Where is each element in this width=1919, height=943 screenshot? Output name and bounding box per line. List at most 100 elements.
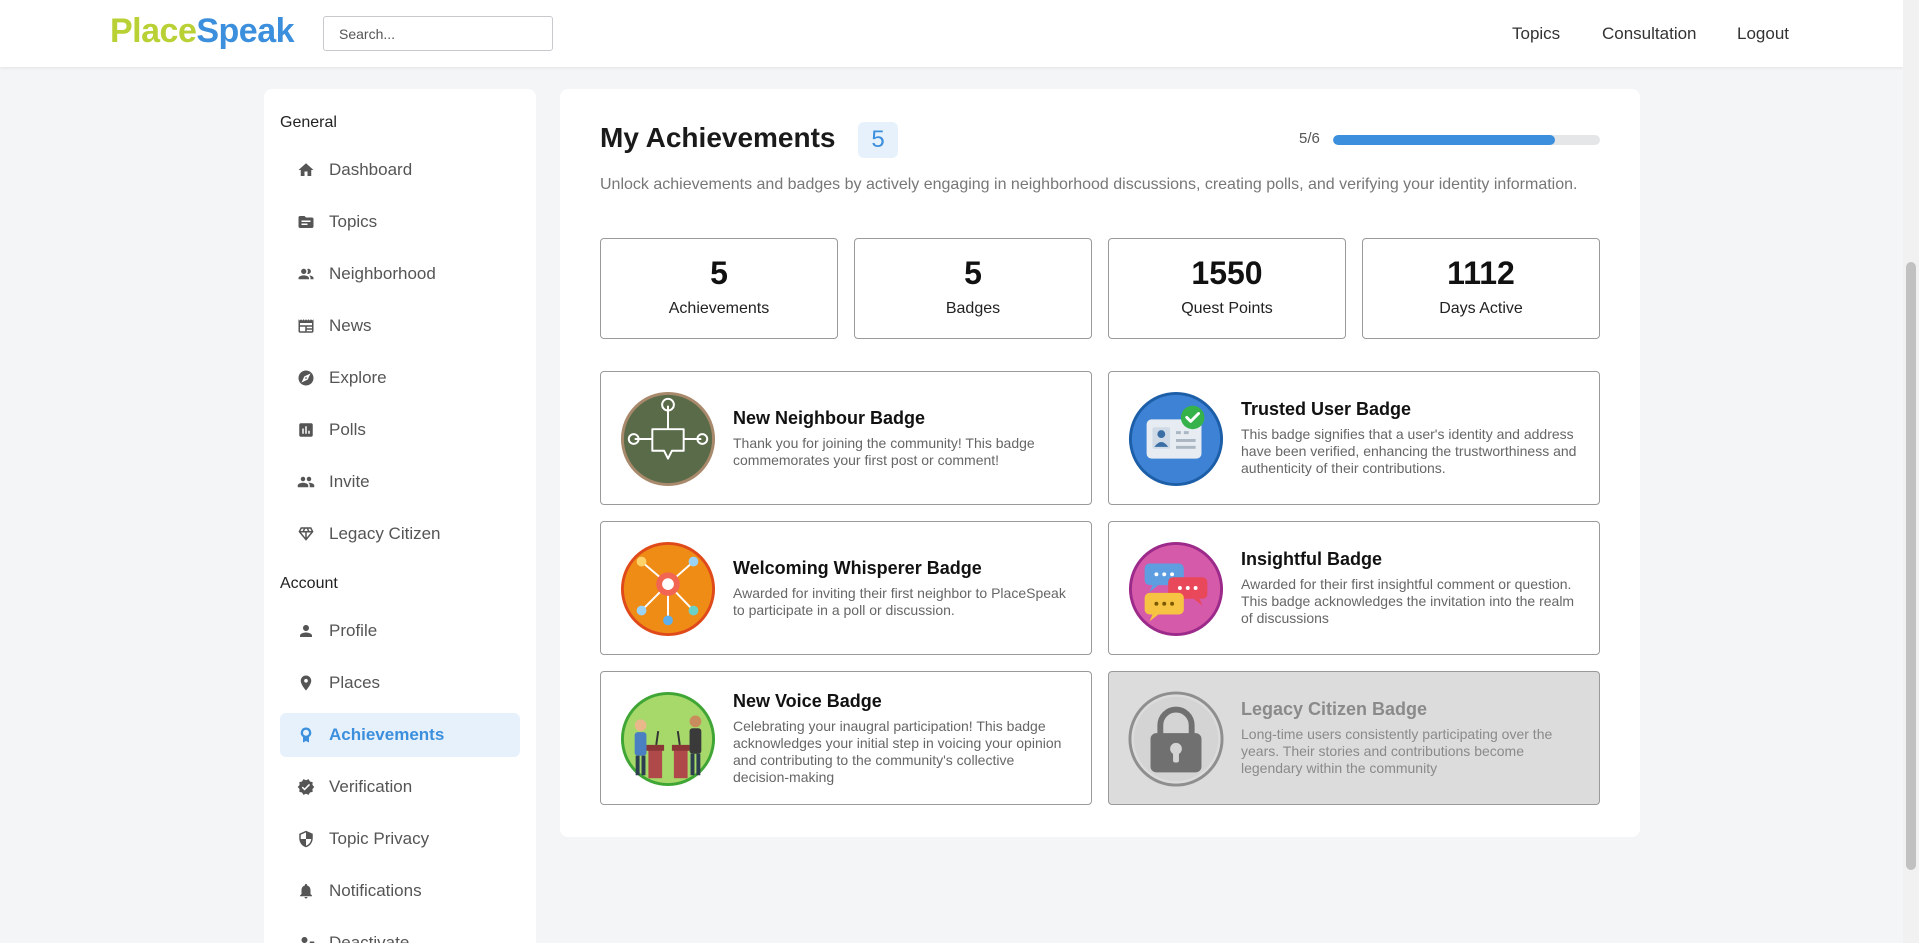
stat-label: Quest Points xyxy=(1181,300,1273,317)
badge-title: Insightful Badge xyxy=(1241,549,1382,569)
stat-badges: 5 Badges xyxy=(854,238,1092,339)
scrollbar-thumb[interactable] xyxy=(1906,262,1916,870)
badge-card-welcoming-whisperer[interactable]: Welcoming Whisperer Badge Awarded for in… xyxy=(600,521,1092,655)
sidebar-item-label: Verification xyxy=(329,777,413,796)
nav-topics[interactable]: Topics xyxy=(1512,24,1560,44)
sidebar-item-invite[interactable]: Invite xyxy=(280,460,520,504)
home-icon xyxy=(297,161,315,179)
stat-days-active: 1112 Days Active xyxy=(1362,238,1600,339)
sidebar: General Dashboard Topics Neighborhood Ne… xyxy=(264,89,536,943)
locked-badge-icon xyxy=(1128,691,1224,787)
logo-part-speak: Speak xyxy=(196,12,295,50)
trusted-user-badge-icon xyxy=(1128,391,1224,487)
stat-value: 5 xyxy=(964,255,982,291)
stat-value: 1112 xyxy=(1447,255,1515,291)
people-icon xyxy=(297,265,315,283)
sidebar-item-explore[interactable]: Explore xyxy=(280,356,520,400)
newspaper-icon xyxy=(297,317,315,335)
sidebar-item-polls[interactable]: Polls xyxy=(280,408,520,452)
sidebar-item-topic-privacy[interactable]: Topic Privacy xyxy=(280,817,520,861)
sidebar-item-label: Topics xyxy=(329,212,378,231)
sidebar-item-dashboard[interactable]: Dashboard xyxy=(280,148,520,192)
sidebar-item-news[interactable]: News xyxy=(280,304,520,348)
sidebar-item-profile[interactable]: Profile xyxy=(280,609,520,653)
stat-label: Days Active xyxy=(1439,300,1523,317)
badge-description: Awarded for their first insightful comme… xyxy=(1241,576,1575,626)
stat-value: 1550 xyxy=(1191,255,1263,291)
progress-bar xyxy=(1333,135,1600,145)
badge-description: Awarded for inviting their first neighbo… xyxy=(733,584,1066,618)
sidebar-item-label: Invite xyxy=(329,472,370,491)
page-description: Unlock achievements and badges by active… xyxy=(600,176,1578,193)
ribbon-icon xyxy=(297,726,315,744)
search-input[interactable] xyxy=(323,16,553,51)
sidebar-item-label: Notifications xyxy=(329,881,422,900)
badge-title: New Voice Badge xyxy=(733,690,882,711)
stat-quest-points: 1550 Quest Points xyxy=(1108,238,1346,339)
progress-label: 5/6 xyxy=(1299,130,1320,147)
placespeak-logo[interactable]: PlaceSpeak xyxy=(110,12,295,51)
badge-card-new-neighbour[interactable]: New Neighbour Badge Thank you for joinin… xyxy=(600,371,1092,505)
sidebar-item-legacy-citizen[interactable]: Legacy Citizen xyxy=(280,512,520,556)
diamond-icon xyxy=(297,525,315,543)
sidebar-item-verification[interactable]: Verification xyxy=(280,765,520,809)
sidebar-item-label: Deactivate xyxy=(329,933,410,943)
sidebar-item-deactivate[interactable]: Deactivate xyxy=(280,921,520,943)
page-title: My Achievements xyxy=(600,122,836,153)
person-icon xyxy=(297,622,315,640)
badge-title: Trusted User Badge xyxy=(1241,399,1412,419)
stat-value: 5 xyxy=(710,255,728,291)
stat-achievements: 5 Achievements xyxy=(600,238,838,339)
top-header: PlaceSpeak Topics Consultation Logout xyxy=(0,0,1903,67)
sidebar-item-neighborhood[interactable]: Neighborhood xyxy=(280,252,520,296)
badge-title: Legacy Citizen Badge xyxy=(1241,699,1428,719)
shield-icon xyxy=(297,830,315,848)
nav-consultation[interactable]: Consultation xyxy=(1602,24,1697,44)
progress-bar-fill xyxy=(1333,135,1556,145)
sidebar-item-label: Dashboard xyxy=(329,160,413,179)
sidebar-group-general: General xyxy=(280,114,337,131)
sidebar-item-places[interactable]: Places xyxy=(280,661,520,705)
badge-card-trusted-user[interactable]: Trusted User Badge This badge signifies … xyxy=(1108,371,1600,505)
stat-label: Badges xyxy=(945,300,1001,317)
badge-description: This badge signifies that a user's ident… xyxy=(1241,426,1577,476)
sidebar-group-account: Account xyxy=(280,575,338,592)
badge-title: Welcoming Whisperer Badge xyxy=(733,557,982,578)
poll-icon xyxy=(297,421,315,439)
compass-icon xyxy=(297,369,315,387)
welcoming-whisperer-badge-icon xyxy=(620,541,716,637)
sidebar-item-label: Topic Privacy xyxy=(329,829,430,848)
person-remove-icon xyxy=(297,934,315,943)
sidebar-item-label: Explore xyxy=(329,368,387,387)
nav-logout[interactable]: Logout xyxy=(1737,24,1789,44)
sidebar-item-label: Achievements xyxy=(329,725,445,744)
location-pin-icon xyxy=(297,674,315,692)
new-neighbour-badge-icon xyxy=(620,391,716,487)
sidebar-item-label: Neighborhood xyxy=(329,264,436,283)
sidebar-item-achievements[interactable]: Achievements xyxy=(280,713,520,757)
badge-card-new-voice[interactable]: New Voice Badge Celebrating your inaugra… xyxy=(600,671,1092,805)
badge-description: Long-time users consistently participati… xyxy=(1241,726,1553,776)
group-icon xyxy=(297,473,315,491)
sidebar-item-topics[interactable]: Topics xyxy=(280,200,520,244)
sidebar-item-label: Profile xyxy=(329,621,378,640)
badge-card-legacy-citizen[interactable]: Legacy Citizen Badge Long-time users con… xyxy=(1108,671,1600,805)
badge-description: Celebrating your inaugral participation!… xyxy=(733,717,1062,785)
achievement-count-badge: 5 xyxy=(858,122,898,158)
sidebar-item-notifications[interactable]: Notifications xyxy=(280,869,520,913)
badge-title: New Neighbour Badge xyxy=(733,407,926,428)
stat-label: Achievements xyxy=(668,300,770,317)
verified-icon xyxy=(297,778,315,796)
badge-description: Thank you for joining the community! Thi… xyxy=(733,434,1035,468)
new-voice-badge-icon xyxy=(620,691,716,787)
folder-icon xyxy=(297,213,315,231)
logo-part-place: Place xyxy=(110,12,197,50)
sidebar-item-label: Legacy Citizen xyxy=(329,524,441,543)
insightful-badge-icon xyxy=(1128,541,1224,637)
bell-icon xyxy=(297,882,315,900)
sidebar-item-label: Polls xyxy=(329,420,366,439)
sidebar-item-label: News xyxy=(329,316,372,335)
sidebar-item-label: Places xyxy=(329,673,381,692)
achievements-panel: My Achievements 5 5/6 Unlock achievement… xyxy=(560,89,1640,837)
badge-card-insightful[interactable]: Insightful Badge Awarded for their first… xyxy=(1108,521,1600,655)
